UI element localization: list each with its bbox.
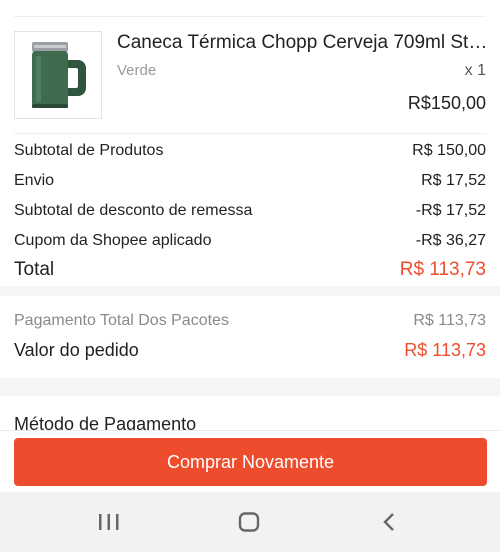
total-value: R$ 113,73 (399, 259, 486, 280)
payment-method-title: Método de Pagamento (14, 414, 197, 430)
home-icon[interactable] (229, 508, 269, 536)
summary-value: -R$ 17,52 (415, 202, 486, 219)
payment-total-card: Pagamento Total Dos Pacotes R$ 113,73 Va… (0, 296, 500, 378)
summary-value: R$ 150,00 (412, 142, 486, 159)
packages-total-label: Pagamento Total Dos Pacotes (14, 312, 229, 329)
total-label: Total (14, 259, 55, 280)
summary-label: Subtotal de desconto de remessa (14, 202, 253, 219)
product-variant: Verde (117, 62, 157, 79)
summary-value: -R$ 36,27 (415, 232, 486, 249)
order-value-row: Valor do pedido R$ 113,73 (14, 340, 486, 361)
product-title[interactable]: Caneca Térmica Chopp Cerveja 709ml Stan.… (117, 31, 489, 55)
summary-row-shipping: Envio R$ 17,52 (14, 172, 486, 190)
order-value-amount: R$ 113,73 (404, 340, 486, 360)
summary-label: Cupom da Shopee aplicado (14, 232, 212, 249)
divider (14, 16, 486, 17)
product-price: R$150,00 (407, 93, 486, 113)
order-value-label: Valor do pedido (14, 340, 139, 360)
summary-row-coupon: Cupom da Shopee aplicado -R$ 36,27 (14, 232, 486, 250)
recent-apps-icon[interactable] (89, 508, 129, 536)
divider (14, 133, 486, 134)
summary-value: R$ 17,52 (421, 172, 486, 189)
payment-method-section[interactable]: Método de Pagamento (0, 396, 500, 430)
section-gap (0, 378, 500, 396)
packages-total-row: Pagamento Total Dos Pacotes R$ 113,73 (14, 312, 486, 330)
product-quantity: x 1 (464, 62, 486, 79)
buy-again-button[interactable]: Comprar Novamente (14, 438, 487, 486)
android-navigation-bar (0, 492, 500, 552)
summary-row-shipping-discount: Subtotal de desconto de remessa -R$ 17,5… (14, 202, 486, 220)
summary-label: Envio (14, 172, 55, 189)
summary-row-total: Total R$ 113,73 (14, 259, 486, 281)
section-gap (0, 286, 500, 296)
summary-row-subtotal: Subtotal de Produtos R$ 150,00 (14, 142, 486, 160)
green-thermal-mug-icon (32, 42, 86, 108)
packages-total-value: R$ 113,73 (413, 312, 486, 329)
summary-label: Subtotal de Produtos (14, 142, 164, 159)
back-icon[interactable] (369, 508, 409, 536)
product-thumbnail[interactable] (14, 31, 102, 119)
bottom-action-bar: Comprar Novamente (0, 430, 500, 492)
